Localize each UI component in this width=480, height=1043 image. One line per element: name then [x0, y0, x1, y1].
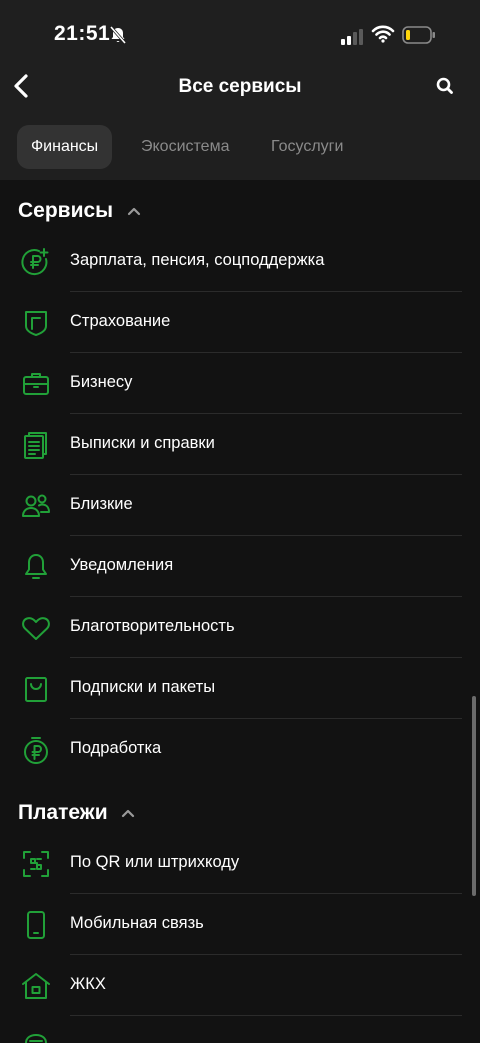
briefcase-icon — [20, 368, 52, 400]
status-bar: 21:51 — [0, 0, 480, 70]
scrollbar[interactable] — [472, 696, 476, 896]
service-item-relatives[interactable]: Близкие — [0, 475, 480, 536]
service-item-business[interactable]: Бизнесу — [0, 353, 480, 414]
search-icon[interactable] — [434, 75, 456, 97]
payment-item-qr[interactable]: По QR или штрихкоду — [0, 833, 480, 894]
service-item-statements[interactable]: Выписки и справки — [0, 414, 480, 475]
payment-item-partial[interactable] — [0, 1016, 480, 1043]
section-title-payments: Платежи — [18, 801, 108, 824]
service-item-subscriptions[interactable]: Подписки и пакеты — [0, 658, 480, 719]
documents-icon — [20, 429, 52, 461]
muted-bell-icon — [108, 25, 128, 45]
qr-icon — [20, 848, 52, 880]
service-item-side-job[interactable]: Подработка — [0, 719, 480, 780]
payment-label: ЖКХ — [70, 975, 106, 993]
service-item-salary[interactable]: Зарплата, пенсия, соцподдержка — [0, 231, 480, 292]
service-label: Страхование — [70, 312, 171, 330]
top-bar: 21:51 Все сервисы Финансы Экосистема Гос… — [0, 0, 480, 180]
service-label: Бизнесу — [70, 373, 133, 391]
payment-label: Мобильная связь — [70, 914, 204, 932]
chevron-up-icon — [127, 206, 141, 216]
bell-icon — [20, 551, 52, 583]
section-title-services: Сервисы — [18, 199, 114, 222]
service-label: Подработка — [70, 739, 162, 757]
service-label: Благотворительность — [70, 617, 235, 635]
phone-icon — [20, 909, 52, 941]
wifi-icon — [371, 24, 395, 44]
nav-bar: Все сервисы — [0, 62, 480, 112]
tab-finances[interactable]: Финансы — [17, 125, 113, 169]
ruble-plus-icon — [20, 246, 52, 278]
bag-icon — [20, 673, 52, 705]
payment-item-mobile[interactable]: Мобильная связь — [0, 894, 480, 955]
chevron-up-icon — [121, 808, 135, 818]
category-tabs: Финансы Экосистема Госуслуги — [0, 125, 480, 173]
battery-icon — [402, 26, 436, 44]
service-label: Выписки и справки — [70, 434, 215, 452]
service-item-insurance[interactable]: Страхование — [0, 292, 480, 353]
people-icon — [20, 490, 52, 522]
status-time: 21:51 — [54, 22, 111, 45]
section-header-payments[interactable]: Платежи — [18, 801, 135, 825]
tab-gosuslugi[interactable]: Госуслуги — [271, 125, 343, 169]
heart-icon — [20, 612, 52, 644]
payment-item-housing[interactable]: ЖКХ — [0, 955, 480, 1016]
home-icon — [20, 970, 52, 1002]
tab-ecosystem[interactable]: Экосистема — [141, 125, 229, 169]
service-item-charity[interactable]: Благотворительность — [0, 597, 480, 658]
cellular-signal-icon — [340, 28, 364, 46]
service-label: Подписки и пакеты — [70, 678, 216, 696]
service-item-notifications[interactable]: Уведомления — [0, 536, 480, 597]
section-header-services[interactable]: Сервисы — [18, 199, 141, 223]
service-label: Уведомления — [70, 556, 174, 574]
page-title: Все сервисы — [178, 76, 302, 97]
service-label: Зарплата, пенсия, соцподдержка — [70, 251, 325, 269]
shield-icon — [20, 307, 52, 339]
partial-service-icon — [20, 1031, 52, 1043]
service-label: Близкие — [70, 495, 133, 513]
payment-label: По QR или штрихкоду — [70, 853, 240, 871]
coin-icon — [20, 734, 52, 766]
